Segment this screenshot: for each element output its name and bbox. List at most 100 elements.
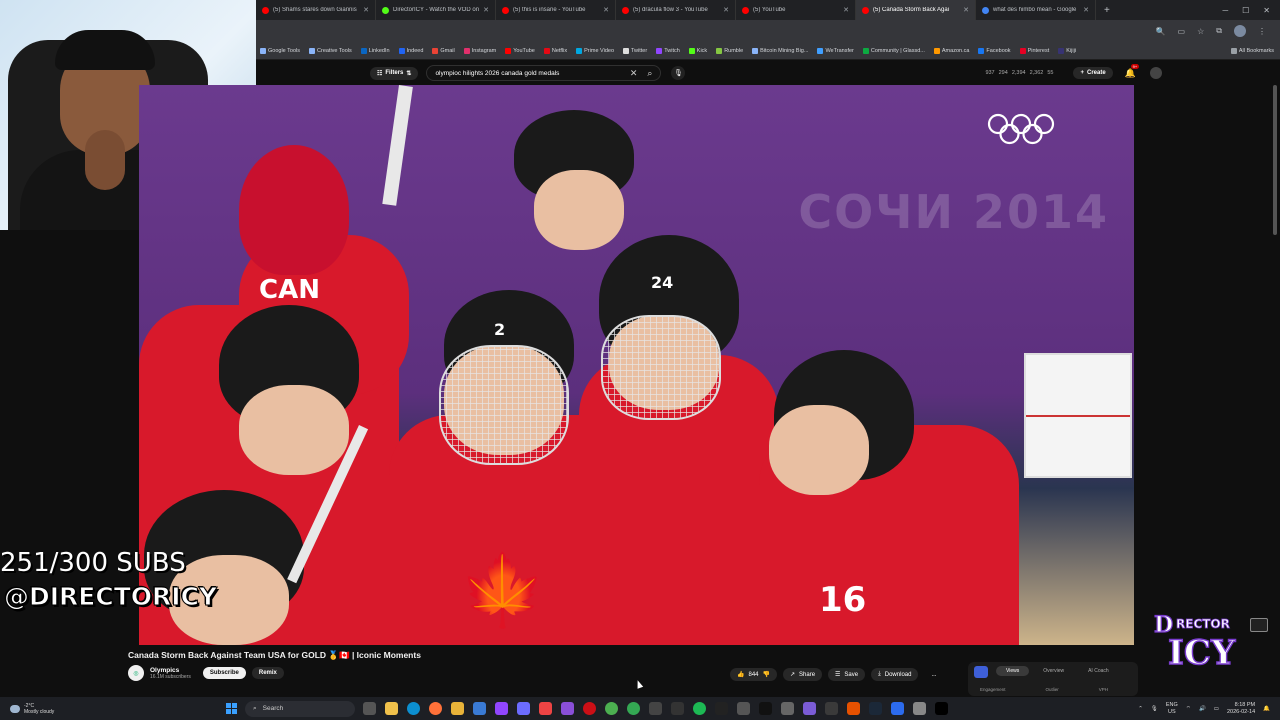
search-input[interactable]: olympioc hilights 2026 canada gold medal… — [426, 65, 662, 81]
close-tab-icon[interactable]: ✕ — [603, 6, 609, 14]
language-indicator[interactable]: ENG US — [1166, 702, 1178, 715]
account-avatar[interactable] — [1149, 67, 1162, 79]
app-icon[interactable] — [737, 702, 750, 715]
task-view-icon[interactable] — [363, 702, 376, 715]
opera-icon[interactable] — [583, 702, 596, 715]
clock[interactable]: 8:18 PM 2026-02-14 — [1227, 702, 1255, 715]
browser-tab[interactable]: DirectorICY - Watch the VOD on ✕ — [376, 0, 496, 20]
tray-overflow-icon[interactable]: ⌃ — [1138, 706, 1143, 712]
video-player[interactable]: СОЧИ 2014 🍁 CAN 2 24 16 — [139, 85, 1134, 645]
app-icon[interactable] — [561, 702, 574, 715]
battery-icon[interactable]: ▭ — [1214, 706, 1219, 712]
bookmark-item[interactable]: Gmail — [432, 47, 455, 54]
bookmark-item[interactable]: Pinterest — [1019, 47, 1049, 54]
app-icon[interactable] — [847, 702, 860, 715]
app-icon[interactable] — [913, 702, 926, 715]
chrome-icon[interactable] — [605, 702, 618, 715]
bookmark-item[interactable]: Facebook — [978, 47, 1011, 54]
browser-tab[interactable]: (5) YouTube ✕ — [736, 0, 856, 20]
app-icon[interactable] — [781, 702, 794, 715]
app-icon[interactable] — [671, 702, 684, 715]
mic-icon[interactable]: 🎙 — [1151, 706, 1158, 712]
bookmark-item[interactable]: Rumble — [716, 47, 743, 54]
tab-overview[interactable]: Overview — [1033, 666, 1074, 676]
app-icon[interactable] — [891, 702, 904, 715]
minimize-icon[interactable]: ─ — [1222, 6, 1228, 15]
start-button-icon[interactable] — [226, 703, 237, 714]
browser-tab-active[interactable]: (5) Canada Storm Back Agai ✕ — [856, 0, 976, 20]
bookmark-item[interactable]: Instagram — [463, 47, 496, 54]
bookmark-item[interactable]: Kick — [688, 47, 707, 54]
browser-tab[interactable]: (5) Shams stares down Giannis ✕ — [256, 0, 376, 20]
bookmark-item[interactable]: Bitcoin Mining Big... — [752, 47, 808, 54]
search-icon[interactable]: ⌕ — [647, 68, 652, 79]
menu-icon[interactable]: ⋮ — [1258, 27, 1266, 36]
zoom-icon[interactable]: 🔍 — [1156, 27, 1166, 36]
app-icon[interactable] — [759, 702, 772, 715]
save-button[interactable]: ☰ Save — [828, 668, 866, 681]
bookmark-item[interactable]: Twitch — [656, 47, 680, 54]
chrome-icon[interactable] — [627, 702, 640, 715]
bookmark-item[interactable]: YouTube — [505, 47, 535, 54]
cast-icon[interactable]: ▭ — [1178, 27, 1186, 36]
page-scrollbar[interactable] — [1273, 85, 1277, 235]
app-icon[interactable] — [539, 702, 552, 715]
bookmark-item[interactable]: Netflix — [543, 47, 567, 54]
volume-icon[interactable]: 🔊 — [1199, 706, 1206, 712]
create-button[interactable]: + Create — [1073, 67, 1113, 79]
close-tab-icon[interactable]: ✕ — [843, 6, 849, 14]
close-window-icon[interactable]: ✕ — [1263, 6, 1270, 15]
filters-button[interactable]: ☷ Filters ⇅ — [370, 66, 419, 80]
share-button[interactable]: ↗ Share — [782, 668, 823, 681]
channel-name[interactable]: Olympics — [150, 667, 191, 674]
bookmark-item[interactable]: Amazon.ca — [933, 47, 969, 54]
bookmark-item[interactable]: Community | Glassd... — [862, 47, 925, 54]
bookmark-item[interactable]: WeTransfer — [817, 47, 854, 54]
spotify-icon[interactable] — [693, 702, 706, 715]
store-icon[interactable] — [473, 702, 486, 715]
close-tab-icon[interactable]: ✕ — [363, 6, 369, 14]
capcut-icon[interactable] — [935, 702, 948, 715]
channel-avatar[interactable]: ◎ — [128, 665, 144, 681]
close-tab-icon[interactable]: ✕ — [1083, 6, 1089, 14]
all-bookmarks-folder[interactable]: All Bookmarks — [1230, 47, 1280, 54]
extensions-icon[interactable]: ⧉ — [1216, 26, 1222, 36]
tab-views[interactable]: Views — [996, 666, 1030, 676]
bookmark-item[interactable]: Creative Tools — [309, 47, 352, 54]
like-button[interactable]: 👍 844 👎 — [730, 668, 777, 681]
miniplayer-icon[interactable] — [1250, 618, 1268, 632]
thumbs-down-icon[interactable]: 👎 — [763, 671, 770, 678]
remix-button[interactable]: Remix — [251, 667, 284, 679]
subscribe-button[interactable]: Subscribe — [202, 667, 246, 679]
app-icon[interactable] — [715, 702, 728, 715]
close-tab-icon[interactable]: ✕ — [483, 6, 489, 14]
close-tab-icon[interactable]: ✕ — [723, 6, 729, 14]
close-tab-icon[interactable]: ✕ — [963, 6, 969, 14]
clear-search-icon[interactable]: ✕ — [630, 68, 638, 79]
browser-tab[interactable]: what des himbo mean - Google ✕ — [976, 0, 1096, 20]
steam-icon[interactable] — [869, 702, 882, 715]
tab-ai-coach[interactable]: AI Coach — [1078, 666, 1119, 676]
file-explorer-icon[interactable] — [385, 702, 398, 715]
twitch-icon[interactable] — [495, 702, 508, 715]
edge-icon[interactable] — [407, 702, 420, 715]
new-tab-button[interactable]: + — [1096, 5, 1118, 16]
bookmark-item[interactable]: Google Tools — [260, 47, 300, 54]
bookmark-item[interactable]: Twitter — [623, 47, 647, 54]
taskbar-search-input[interactable]: ⌕ Search — [245, 700, 355, 717]
notifications-bell-icon[interactable]: 🔔 9+ — [1125, 63, 1140, 79]
bookmark-item[interactable]: Kijiji — [1058, 47, 1076, 54]
bookmark-item[interactable]: Prime Video — [576, 47, 614, 54]
bookmark-item[interactable]: Indeed — [398, 47, 423, 54]
app-icon[interactable] — [825, 702, 838, 715]
profile-avatar[interactable] — [1234, 25, 1246, 37]
download-button[interactable]: ⤓ Download — [871, 668, 919, 681]
firefox-icon[interactable] — [429, 702, 442, 715]
maximize-icon[interactable]: ☐ — [1242, 6, 1249, 15]
browser-tab[interactable]: (5) this is insane - YouTube ✕ — [496, 0, 616, 20]
voice-search-icon[interactable]: 🎙 — [671, 66, 686, 80]
app-icon[interactable] — [517, 702, 530, 715]
app-icon[interactable] — [803, 702, 816, 715]
app-icon[interactable] — [649, 702, 662, 715]
notification-center-icon[interactable]: 🔔 — [1263, 706, 1270, 712]
